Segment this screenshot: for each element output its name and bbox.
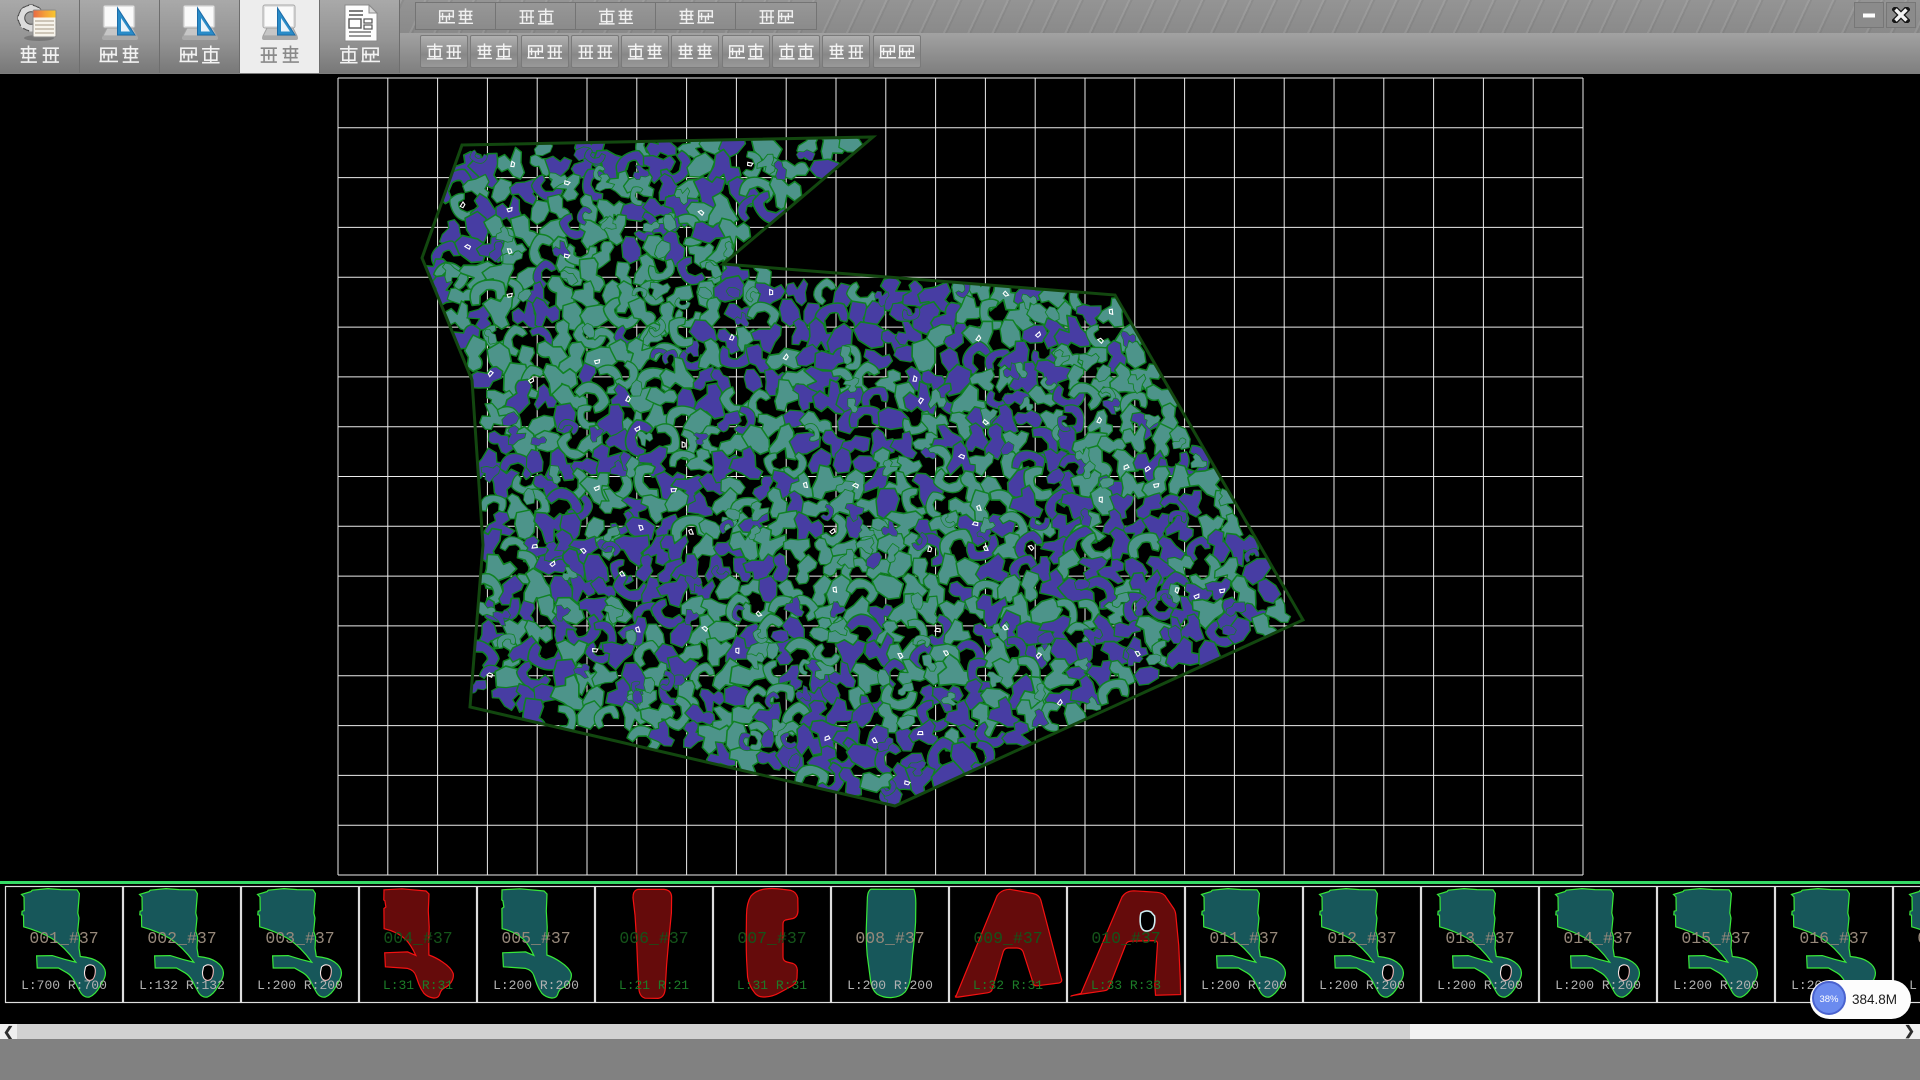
svg-text:L:200 R:200: L:200 R:200 (1319, 978, 1405, 993)
svg-text:012_#37: 012_#37 (1327, 929, 1396, 948)
svg-text:L:33 R:33: L:33 R:33 (1091, 978, 1161, 993)
svg-text:L:200 R:200: L:200 R:200 (493, 978, 579, 993)
svg-text:L:200 R:200: L:200 R:200 (1909, 978, 1920, 993)
svg-text:001_#37: 001_#37 (29, 929, 98, 948)
svg-text:002_#37: 002_#37 (147, 929, 216, 948)
svg-text:015_#37: 015_#37 (1681, 929, 1750, 948)
svg-text:011_#37: 011_#37 (1209, 929, 1278, 948)
svg-text:013_#37: 013_#37 (1445, 929, 1514, 948)
svg-text:007_#37: 007_#37 (737, 929, 806, 948)
svg-text:L:200 R:200: L:200 R:200 (847, 978, 933, 993)
svg-text:005_#37: 005_#37 (501, 929, 570, 948)
svg-text:L:31 R:31: L:31 R:31 (737, 978, 807, 993)
svg-text:L:132 R:132: L:132 R:132 (139, 978, 225, 993)
svg-text:004_#37: 004_#37 (383, 929, 452, 948)
svg-text:006_#37: 006_#37 (619, 929, 688, 948)
svg-text:L:200 R:200: L:200 R:200 (1201, 978, 1287, 993)
svg-text:014_#37: 014_#37 (1563, 929, 1632, 948)
svg-text:L:21 R:21: L:21 R:21 (619, 978, 689, 993)
svg-text:008_#37: 008_#37 (855, 929, 924, 948)
svg-text:010_#37: 010_#37 (1091, 929, 1160, 948)
svg-text:L:31 R:31: L:31 R:31 (383, 978, 453, 993)
svg-text:L:32 R:31: L:32 R:31 (973, 978, 1043, 993)
svg-text:L:200 R:200: L:200 R:200 (1437, 978, 1523, 993)
svg-text:L:200 R:200: L:200 R:200 (1555, 978, 1641, 993)
svg-text:016_#37: 016_#37 (1799, 929, 1868, 948)
svg-text:L:700 R:700: L:700 R:700 (21, 978, 107, 993)
svg-text:009_#37: 009_#37 (973, 929, 1042, 948)
svg-text:003_#37: 003_#37 (265, 929, 334, 948)
svg-text:L:200 R:200: L:200 R:200 (257, 978, 343, 993)
svg-text:L:200 R:200: L:200 R:200 (1673, 978, 1759, 993)
